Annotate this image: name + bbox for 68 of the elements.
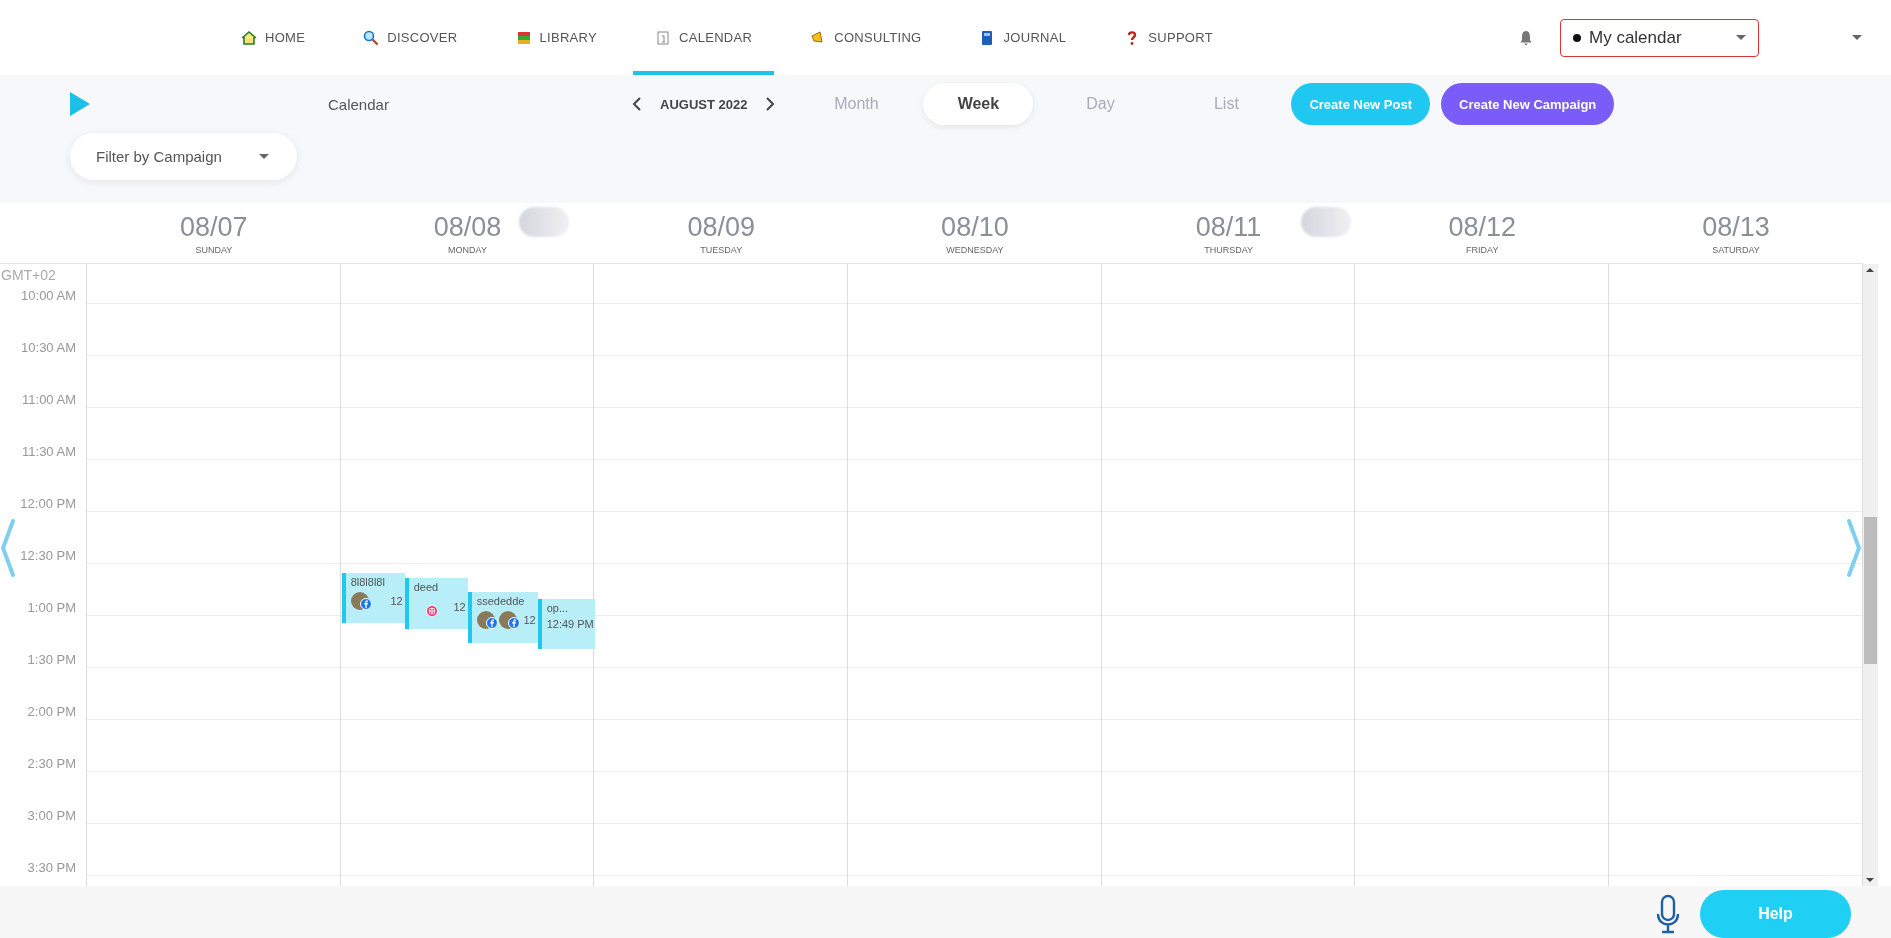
weekday-label: SUNDAY: [195, 244, 233, 255]
scroll-down-icon[interactable]: [1866, 878, 1875, 882]
time-label: 3:30 PM: [27, 860, 76, 875]
nav-tab[interactable]: DISCOVER: [341, 0, 480, 75]
bullet-icon: [1573, 33, 1581, 42]
search-icon: [363, 29, 380, 46]
time-label: 10:30 AM: [21, 340, 76, 355]
page-title: Calendar: [328, 95, 390, 113]
time-label: 12:30 PM: [20, 548, 76, 563]
calendar-dropdown[interactable]: My calendar: [1560, 18, 1759, 57]
timezone-label: GMT+02: [1, 266, 56, 285]
event-time: 12: [453, 601, 466, 613]
time-label: 11:30 AM: [22, 444, 76, 459]
next-icon[interactable]: [765, 96, 776, 112]
weekday-label: SATURDAY: [1712, 244, 1760, 255]
event-card[interactable]: deed 12: [404, 578, 468, 629]
day-date: 08/08: [433, 211, 502, 243]
time-label: 10:00 AM: [21, 288, 76, 303]
event-time: 12: [390, 595, 403, 607]
caret-icon: [259, 154, 269, 159]
view-tab[interactable]: Week: [923, 83, 1034, 125]
period-label: AUGUST 2022: [660, 96, 748, 112]
weekday-label: WEDNESDAY: [946, 244, 1004, 255]
scroll-up-icon[interactable]: [1866, 268, 1875, 272]
time-label: 3:00 PM: [27, 808, 76, 823]
day-date: 08/11: [1195, 211, 1262, 243]
microphone-icon[interactable]: [1656, 894, 1680, 934]
time-label: 11:00 AM: [22, 392, 76, 407]
caret-icon[interactable]: [1852, 35, 1862, 40]
time-label: 2:00 PM: [27, 704, 76, 719]
event-title: op...: [546, 602, 570, 614]
nav-tab[interactable]: SUPPORT: [1102, 0, 1235, 75]
weekday-label: TUESDAY: [700, 244, 743, 255]
day-date: 08/13: [1702, 211, 1770, 243]
event-card[interactable]: ssededde 12: [467, 592, 538, 643]
scroll-thumb[interactable]: [1863, 517, 1877, 664]
nav-tab[interactable]: HOME: [219, 0, 328, 75]
event-title: deed: [413, 581, 440, 593]
house-icon: [241, 29, 257, 46]
event-card[interactable]: op... 12:49 PM: [537, 599, 595, 649]
day-date: 08/12: [1448, 211, 1517, 243]
filter-dropdown[interactable]: Filter by Campaign: [70, 133, 297, 180]
previous-icon[interactable]: [632, 96, 642, 112]
weekday-label: THURSDAY: [1204, 244, 1253, 255]
nav-tab[interactable]: CONSULTING: [788, 0, 944, 75]
event-title: ssededde: [476, 595, 526, 607]
weekday-label: FRIDAY: [1466, 244, 1499, 255]
calendar-icon: [655, 29, 671, 46]
time-label: 1:30 PM: [27, 652, 76, 667]
drag-handle[interactable]: [519, 207, 569, 237]
day-date: 08/07: [180, 211, 248, 243]
event-title: 8l8l8l8l: [350, 576, 386, 588]
nav-tab[interactable]: LIBRARY: [493, 0, 619, 75]
event-time: 12: [523, 614, 536, 626]
time-label: 12:00 PM: [20, 496, 76, 511]
event-time: 12:49 PM: [546, 618, 594, 630]
weekday-label: MONDAY: [448, 244, 487, 255]
nav-tab[interactable]: JOURNAL: [957, 0, 1089, 75]
drag-handle[interactable]: [1301, 207, 1351, 237]
event-card[interactable]: 8l8l8l8l 12: [341, 573, 405, 623]
day-date: 08/09: [687, 211, 755, 243]
create-campaign-button[interactable]: Create New Campaign: [1441, 83, 1615, 125]
caret-icon: [1736, 35, 1746, 40]
books-icon: [515, 29, 532, 46]
day-date: 08/10: [941, 211, 1009, 243]
time-label: 2:30 PM: [27, 756, 76, 771]
time-label: 1:00 PM: [27, 600, 76, 615]
bell-icon[interactable]: [1519, 29, 1533, 46]
